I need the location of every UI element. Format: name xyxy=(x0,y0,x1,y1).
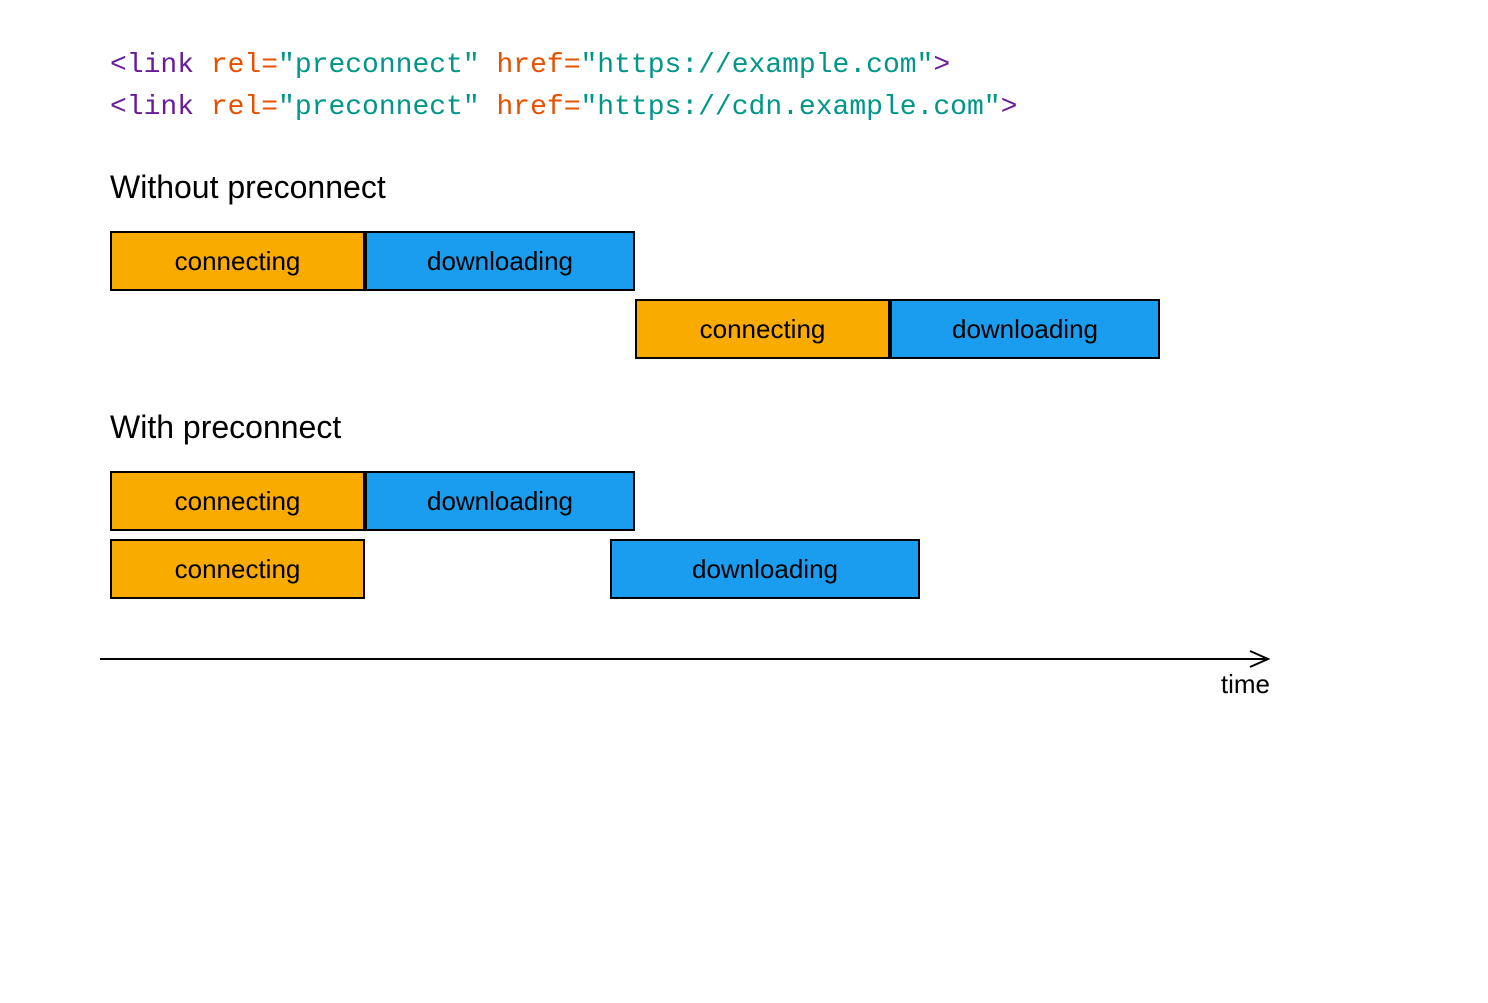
code-value: "https://example.com" xyxy=(581,50,934,81)
time-axis: time xyxy=(100,649,1280,674)
timeline-row: connectingdownloading xyxy=(110,231,1378,291)
section-title: Without preconnect xyxy=(110,169,1378,206)
code-line-2: <link rel="preconnect" href="https://cdn… xyxy=(110,87,1378,129)
code-tag: > xyxy=(933,50,950,81)
code-attr: href= xyxy=(496,92,580,123)
code-attr: href= xyxy=(496,50,580,81)
gap-spacer xyxy=(365,539,610,599)
connecting-bar: connecting xyxy=(110,471,365,531)
section-title: With preconnect xyxy=(110,409,1378,446)
connecting-bar: connecting xyxy=(110,539,365,599)
code-tag: <link xyxy=(110,92,211,123)
code-snippet: <link rel="preconnect" href="https://exa… xyxy=(110,45,1378,129)
axis-label: time xyxy=(1221,669,1270,700)
offset-spacer xyxy=(110,299,635,359)
connecting-bar: connecting xyxy=(635,299,890,359)
downloading-bar: downloading xyxy=(610,539,920,599)
code-tag: > xyxy=(1001,92,1018,123)
code-line-1: <link rel="preconnect" href="https://exa… xyxy=(110,45,1378,87)
downloading-bar: downloading xyxy=(890,299,1160,359)
timeline-row: connectingdownloading xyxy=(110,299,1378,359)
timeline-row: connecting downloading xyxy=(110,539,1378,599)
section-with-preconnect: With preconnect connectingdownloadingcon… xyxy=(110,409,1378,599)
downloading-bar: downloading xyxy=(365,231,635,291)
arrow-icon xyxy=(100,649,1280,669)
code-value: "preconnect" xyxy=(278,50,496,81)
code-attr: rel= xyxy=(211,50,278,81)
timeline-row: connectingdownloading xyxy=(110,471,1378,531)
connecting-bar: connecting xyxy=(110,231,365,291)
code-attr: rel= xyxy=(211,92,278,123)
downloading-bar: downloading xyxy=(365,471,635,531)
code-value: "https://cdn.example.com" xyxy=(581,92,1001,123)
code-value: "preconnect" xyxy=(278,92,496,123)
code-tag: <link xyxy=(110,50,211,81)
section-without-preconnect: Without preconnect connectingdownloading… xyxy=(110,169,1378,359)
